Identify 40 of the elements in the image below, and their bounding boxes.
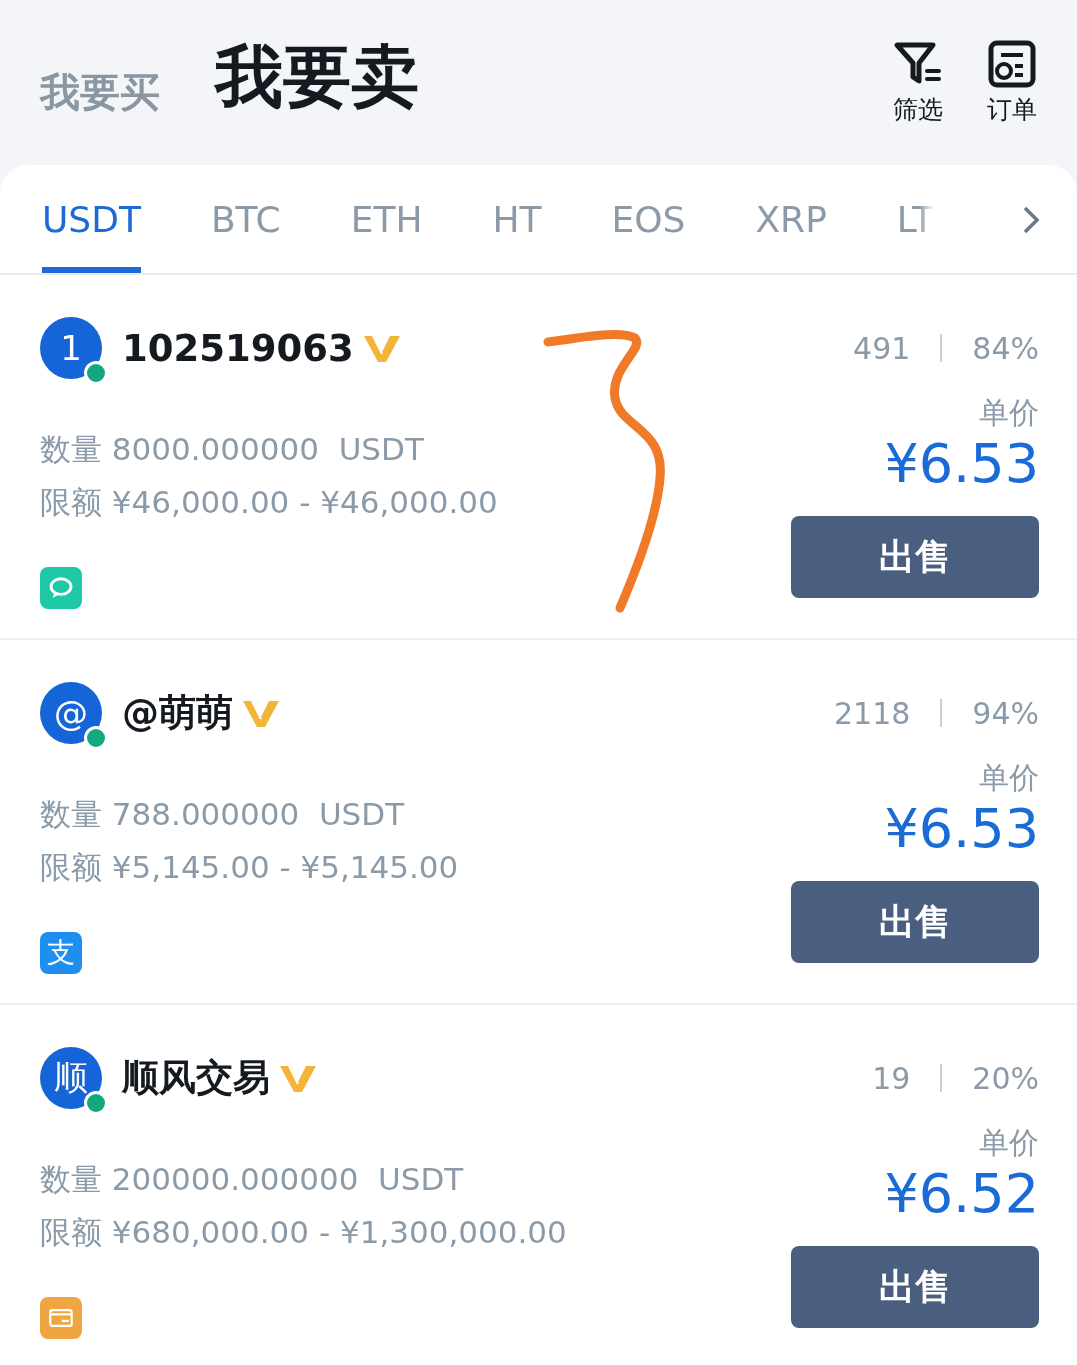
coin-tab[interactable]: LT: [896, 165, 934, 273]
sell-button[interactable]: 出售: [791, 1246, 1039, 1328]
limit-text: 限额 ¥5,145.00 - ¥5,145.00: [40, 848, 460, 887]
unit-price-label: 单价: [979, 759, 1039, 797]
coin-tab[interactable]: USDT: [42, 165, 141, 273]
limit-text: 限额 ¥680,000.00 - ¥1,300,000.00: [40, 1213, 568, 1252]
unit-price-label: 单价: [979, 394, 1039, 432]
avatar-initial: 顺: [54, 1056, 88, 1099]
sell-button[interactable]: 出售: [791, 881, 1039, 963]
completion-rate: 20%: [972, 1060, 1039, 1096]
merchant-name: @萌萌: [122, 690, 233, 736]
amount-text: 数量 788.000000 USDT: [40, 795, 406, 834]
avatar-initial: @: [54, 693, 88, 733]
mode-tab[interactable]: 我要买: [40, 65, 160, 120]
price: ¥6.53: [884, 434, 1039, 494]
completion-rate: 94%: [972, 695, 1039, 731]
price: ¥6.53: [884, 799, 1039, 859]
unit-price-label: 单价: [979, 1124, 1039, 1162]
order-count: 491: [853, 330, 911, 366]
coin-tab[interactable]: ETH: [350, 165, 423, 273]
limit-text: 限额 ¥46,000.00 - ¥46,000.00: [40, 483, 499, 522]
amount-text: 数量 200000.000000 USDT: [40, 1160, 465, 1199]
coin-tab[interactable]: BTC: [210, 165, 281, 273]
completion-rate: 84%: [972, 330, 1039, 366]
price: ¥6.52: [884, 1164, 1039, 1224]
merchant-name: 顺风交易: [122, 1055, 270, 1101]
amount-text: 数量 8000.000000 USDT: [40, 430, 425, 469]
mode-tab[interactable]: 我要卖: [215, 32, 419, 123]
order-count: 2118: [833, 695, 911, 731]
order-count: 19: [872, 1060, 911, 1096]
coin-tab[interactable]: HT: [492, 165, 542, 273]
avatar-initial: 1: [60, 328, 82, 368]
sell-button[interactable]: 出售: [791, 516, 1039, 598]
alipay-icon: 支: [40, 932, 82, 974]
receipt-icon: [987, 39, 1037, 89]
coin-tab[interactable]: XRP: [755, 165, 827, 273]
filter-button[interactable]: 筛选: [893, 39, 943, 126]
merchant-name: 102519063: [122, 326, 354, 370]
orders-button[interactable]: 订单: [987, 39, 1037, 126]
coin-tab[interactable]: EOS: [611, 165, 686, 273]
